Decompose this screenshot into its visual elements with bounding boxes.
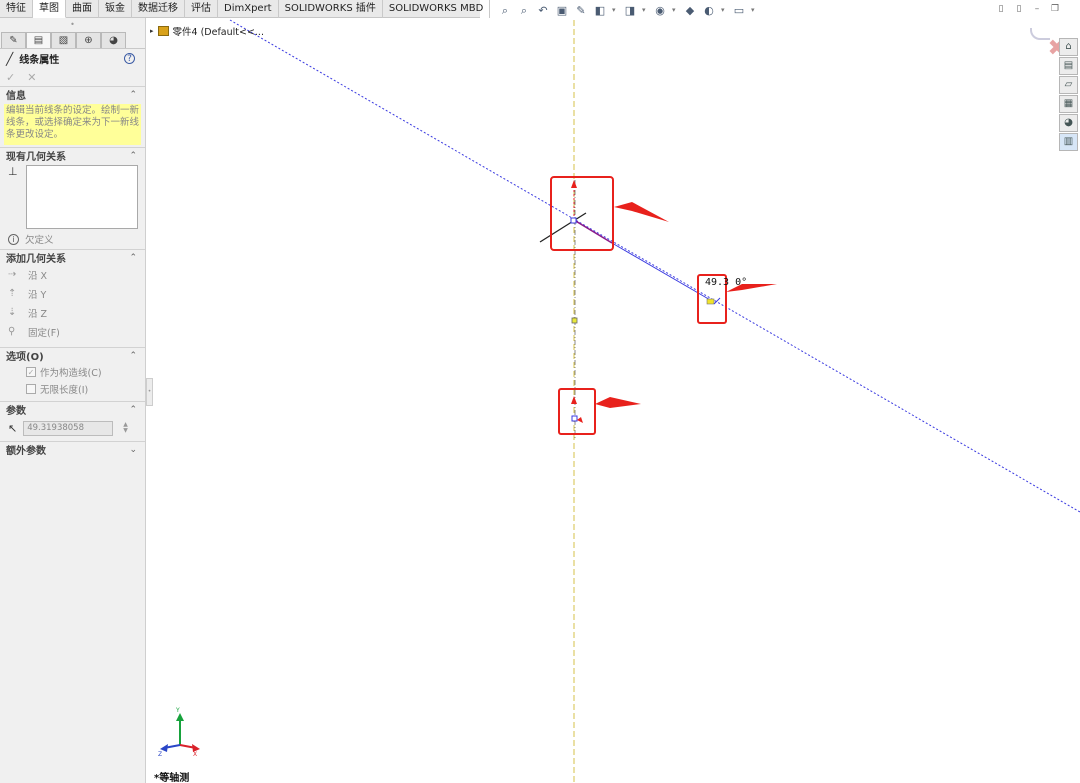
info-icon: i — [8, 233, 19, 245]
callout-arrow-1 — [614, 202, 669, 222]
relations-icon: ⊥ — [8, 165, 18, 178]
feature-manager-tab-icon[interactable]: ✎ — [1, 32, 26, 48]
svg-text:Y: Y — [175, 707, 180, 714]
task-pane: ⌂ ▤ ▱ ▦ ◕ ▥ — [1059, 38, 1078, 151]
dimension-label: 49.3 0° — [705, 277, 748, 288]
definition-status: i 欠定义 — [0, 229, 145, 249]
graphics-area[interactable]: Y X Z — [0, 0, 1080, 783]
add-relation-fix[interactable]: ⚲ 固定(F) — [0, 322, 145, 341]
svg-text:X: X — [193, 751, 197, 758]
expand-icon[interactable]: ⌄ — [129, 445, 137, 455]
property-manager-title: 线条属性 — [19, 55, 60, 66]
help-icon[interactable]: ? — [124, 53, 135, 64]
lower-origin-arrow-icon — [571, 396, 577, 404]
add-relations-header[interactable]: 添加几何关系 ⌃ — [0, 249, 145, 265]
line-icon: ╱ — [6, 51, 14, 66]
ok-cancel-row: ✓ ✕ — [0, 68, 145, 86]
length-input[interactable]: 49.31938058 — [23, 420, 114, 436]
collapse-icon[interactable]: ⌃ — [129, 405, 137, 415]
custom-properties-icon[interactable]: ▥ — [1059, 133, 1078, 151]
add-relation-along-y[interactable]: ⇡ 沿 Y — [0, 284, 145, 303]
info-message: 编辑当前线条的设定。绘制一新线条，或选择确定来为下一新线条更改设定。 — [4, 104, 141, 145]
existing-relations-row: ⊥ — [0, 163, 145, 229]
appearances-icon[interactable]: ◕ — [1059, 114, 1078, 132]
view-palette-icon[interactable]: ▦ — [1059, 95, 1078, 113]
part-icon — [157, 26, 169, 36]
sketch-line-segment[interactable] — [573, 219, 613, 244]
for-construction-checkbox[interactable]: ✓ — [26, 366, 36, 377]
construction-line[interactable] — [229, 19, 1080, 513]
existing-relations-list[interactable] — [26, 165, 138, 229]
info-section-header[interactable]: 信息 ⌃ — [0, 86, 145, 102]
origin-arrow-icon — [571, 180, 577, 188]
fix-icon: ⚲ — [8, 326, 16, 337]
file-explorer-icon[interactable]: ▱ — [1059, 76, 1078, 94]
collapse-icon[interactable]: ⌃ — [129, 151, 137, 161]
lower-origin-x-arrow-icon — [577, 417, 583, 423]
collapse-icon[interactable]: ⌃ — [129, 90, 137, 100]
length-icon: ↖ — [8, 421, 18, 435]
parameters-header[interactable]: 参数 ⌃ — [0, 401, 145, 417]
solidworks-window: 特征 草图 曲面 钣金 数据迁移 评估 DimXpert SOLIDWORKS … — [0, 0, 1080, 783]
callout-arrow-3 — [595, 397, 641, 408]
view-orientation-label: *等轴测 — [154, 773, 190, 783]
property-manager-header: ╱ 线条属性 ? — [0, 48, 145, 68]
existing-relations-header[interactable]: 现有几何关系 ⌃ — [0, 147, 145, 163]
origin-point[interactable] — [570, 217, 577, 224]
cursor-endpoint[interactable] — [706, 298, 715, 305]
cancel-button[interactable]: ✕ — [27, 71, 36, 84]
view-triad: Y X Z — [158, 707, 200, 758]
design-library-icon[interactable]: ▤ — [1059, 57, 1078, 75]
add-relation-along-z[interactable]: ⇣ 沿 Z — [0, 303, 145, 322]
highlight-box-lower-origin — [558, 388, 596, 435]
lower-origin-point[interactable] — [571, 415, 578, 422]
manager-tabs: ✎ ▤ ▧ ⊕ ◕ — [1, 32, 145, 48]
for-construction-option[interactable]: ✓ 作为构造线(C) — [0, 363, 145, 380]
along-z-icon: ⇣ — [8, 307, 17, 318]
spinner-icon[interactable]: ▲ ▼ — [123, 422, 128, 434]
property-manager-tab-icon[interactable]: ▤ — [26, 32, 51, 48]
svg-text:Z: Z — [158, 751, 162, 758]
panel-grip[interactable]: • — [0, 18, 145, 32]
definition-status-label: 欠定义 — [25, 235, 54, 246]
length-parameter: ↖ 49.31938058 ▲ ▼ — [0, 417, 145, 439]
panel-splitter-handle[interactable]: • — [146, 378, 153, 406]
property-manager: • ✎ ▤ ▧ ⊕ ◕ ╱ 线条属性 ? ✓ ✕ 信息 ⌃ 编辑当前线条的设定。绘… — [0, 18, 146, 783]
configuration-manager-tab-icon[interactable]: ▧ — [51, 32, 76, 48]
options-header[interactable]: 选项(O) ⌃ — [0, 347, 145, 363]
infinite-length-option[interactable]: 无限长度(I) — [0, 380, 145, 397]
sketch-point[interactable] — [571, 317, 578, 324]
expand-arrow-icon[interactable]: ▸ — [150, 27, 154, 35]
display-manager-tab-icon[interactable]: ◕ — [101, 32, 126, 48]
feature-tree-flyout[interactable]: ▸ 零件4 (Default<<... — [150, 24, 264, 38]
additional-parameters-header[interactable]: 额外参数 ⌄ — [0, 441, 145, 457]
infinite-length-checkbox[interactable] — [26, 383, 36, 394]
home-icon[interactable]: ⌂ — [1059, 38, 1078, 56]
along-x-icon: ⇢ — [8, 269, 17, 280]
add-relation-along-x[interactable]: ⇢ 沿 X — [0, 265, 145, 284]
collapse-icon[interactable]: ⌃ — [129, 253, 137, 263]
ok-button[interactable]: ✓ — [6, 71, 15, 84]
collapse-icon[interactable]: ⌃ — [129, 351, 137, 361]
dimxpert-manager-tab-icon[interactable]: ⊕ — [76, 32, 101, 48]
highlight-box-origin — [550, 176, 614, 251]
along-y-icon: ⇡ — [8, 288, 17, 299]
origin-axis-x — [539, 212, 587, 243]
part-name[interactable]: 零件4 (Default<<... — [173, 24, 264, 38]
